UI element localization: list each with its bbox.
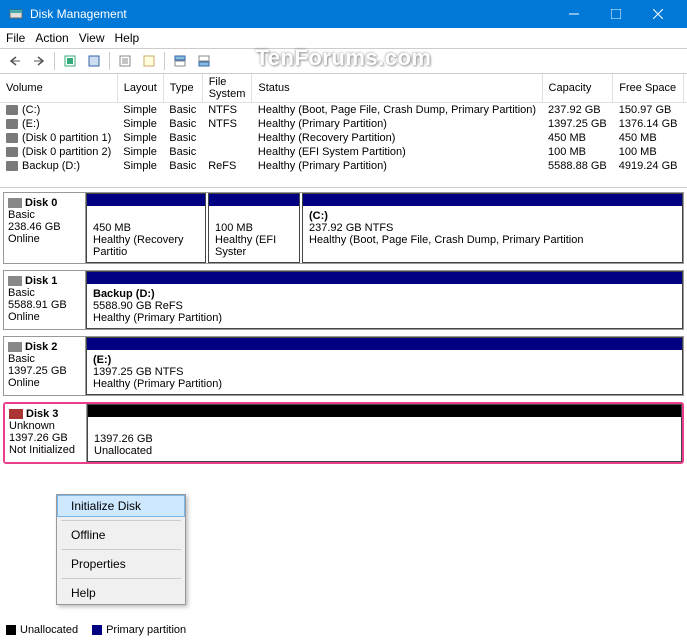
menu-help[interactable]: Help bbox=[115, 31, 140, 45]
disk-1-info: Disk 1 Basic 5588.91 GB Online bbox=[4, 271, 86, 329]
view-top-button[interactable] bbox=[169, 51, 191, 71]
disk-3-row[interactable]: Disk 3 Unknown 1397.26 GB Not Initialize… bbox=[3, 402, 684, 464]
volume-row[interactable]: (Disk 0 partition 1)SimpleBasicHealthy (… bbox=[0, 131, 687, 145]
close-button[interactable] bbox=[637, 0, 679, 28]
menubar: File Action View Help bbox=[0, 28, 687, 48]
col-capacity[interactable]: Capacity bbox=[542, 74, 613, 103]
menu-separator bbox=[61, 578, 181, 579]
minimize-button[interactable] bbox=[553, 0, 595, 28]
menu-offline[interactable]: Offline bbox=[57, 524, 185, 546]
menu-action[interactable]: Action bbox=[35, 31, 68, 45]
disk-icon bbox=[9, 409, 23, 419]
toolbar-separator bbox=[54, 52, 55, 70]
back-button[interactable] bbox=[4, 51, 26, 71]
menu-help[interactable]: Help bbox=[57, 582, 185, 604]
window-titlebar: Disk Management bbox=[0, 0, 687, 28]
col-type[interactable]: Type bbox=[163, 74, 202, 103]
disk-0-partition-3[interactable]: (C:)237.92 GB NTFSHealthy (Boot, Page Fi… bbox=[302, 193, 683, 263]
menu-initialize-disk[interactable]: Initialize Disk bbox=[57, 495, 185, 517]
volume-icon bbox=[6, 105, 18, 115]
volume-row[interactable]: (E:)SimpleBasicNTFSHealthy (Primary Part… bbox=[0, 117, 687, 131]
volume-icon bbox=[6, 133, 18, 143]
disk-1-row[interactable]: Disk 1 Basic 5588.91 GB Online Backup (D… bbox=[3, 270, 684, 330]
menu-view[interactable]: View bbox=[79, 31, 105, 45]
window-title: Disk Management bbox=[30, 7, 553, 21]
disk-0-row[interactable]: Disk 0 Basic 238.46 GB Online 450 MBHeal… bbox=[3, 192, 684, 264]
disk-2-row[interactable]: Disk 2 Basic 1397.25 GB Online (E:)1397.… bbox=[3, 336, 684, 396]
col-fs[interactable]: File System bbox=[202, 74, 252, 103]
properties-button[interactable] bbox=[114, 51, 136, 71]
col-pctfree[interactable]: % Free bbox=[683, 74, 687, 103]
volume-icon bbox=[6, 119, 18, 129]
col-status[interactable]: Status bbox=[252, 74, 542, 103]
disk-3-unallocated[interactable]: 1397.26 GBUnallocated bbox=[87, 404, 682, 462]
toolbar-separator bbox=[109, 52, 110, 70]
legend-swatch-primary bbox=[92, 625, 102, 635]
disk-0-partition-2[interactable]: 100 MBHealthy (EFI Syster bbox=[208, 193, 300, 263]
app-icon bbox=[8, 6, 24, 22]
menu-separator bbox=[61, 549, 181, 550]
disk-graphical-view: Disk 0 Basic 238.46 GB Online 450 MBHeal… bbox=[0, 188, 687, 474]
context-menu: Initialize Disk Offline Properties Help bbox=[56, 494, 186, 605]
action-button[interactable] bbox=[83, 51, 105, 71]
disk-1-partition-1[interactable]: Backup (D:)5588.90 GB ReFSHealthy (Prima… bbox=[86, 271, 683, 329]
disk-0-info: Disk 0 Basic 238.46 GB Online bbox=[4, 193, 86, 263]
disk-icon bbox=[8, 342, 22, 352]
forward-button[interactable] bbox=[28, 51, 50, 71]
toolbar bbox=[0, 48, 687, 74]
disk-3-info: Disk 3 Unknown 1397.26 GB Not Initialize… bbox=[5, 404, 87, 462]
volume-icon bbox=[6, 147, 18, 157]
disk-icon bbox=[8, 198, 22, 208]
col-volume[interactable]: Volume bbox=[0, 74, 117, 103]
refresh-button[interactable] bbox=[59, 51, 81, 71]
col-layout[interactable]: Layout bbox=[117, 74, 163, 103]
disk-0-partition-1[interactable]: 450 MBHealthy (Recovery Partitio bbox=[86, 193, 206, 263]
menu-separator bbox=[61, 520, 181, 521]
menu-properties[interactable]: Properties bbox=[57, 553, 185, 575]
view-bottom-button[interactable] bbox=[193, 51, 215, 71]
volume-list: Volume Layout Type File System Status Ca… bbox=[0, 74, 687, 188]
volume-row[interactable]: (Disk 0 partition 2)SimpleBasicHealthy (… bbox=[0, 145, 687, 159]
col-free[interactable]: Free Space bbox=[613, 74, 684, 103]
menu-file[interactable]: File bbox=[6, 31, 25, 45]
toolbar-separator bbox=[164, 52, 165, 70]
volume-row[interactable]: (C:)SimpleBasicNTFSHealthy (Boot, Page F… bbox=[0, 103, 687, 118]
volume-icon bbox=[6, 161, 18, 171]
volume-row[interactable]: Backup (D:)SimpleBasicReFSHealthy (Prima… bbox=[0, 159, 687, 173]
disk-2-partition-1[interactable]: (E:)1397.25 GB NTFSHealthy (Primary Part… bbox=[86, 337, 683, 395]
maximize-button[interactable] bbox=[595, 0, 637, 28]
disk-2-info: Disk 2 Basic 1397.25 GB Online bbox=[4, 337, 86, 395]
legend-swatch-unallocated bbox=[6, 625, 16, 635]
disk-icon bbox=[8, 276, 22, 286]
legend: Unallocated Primary partition bbox=[6, 624, 186, 636]
help-button[interactable] bbox=[138, 51, 160, 71]
